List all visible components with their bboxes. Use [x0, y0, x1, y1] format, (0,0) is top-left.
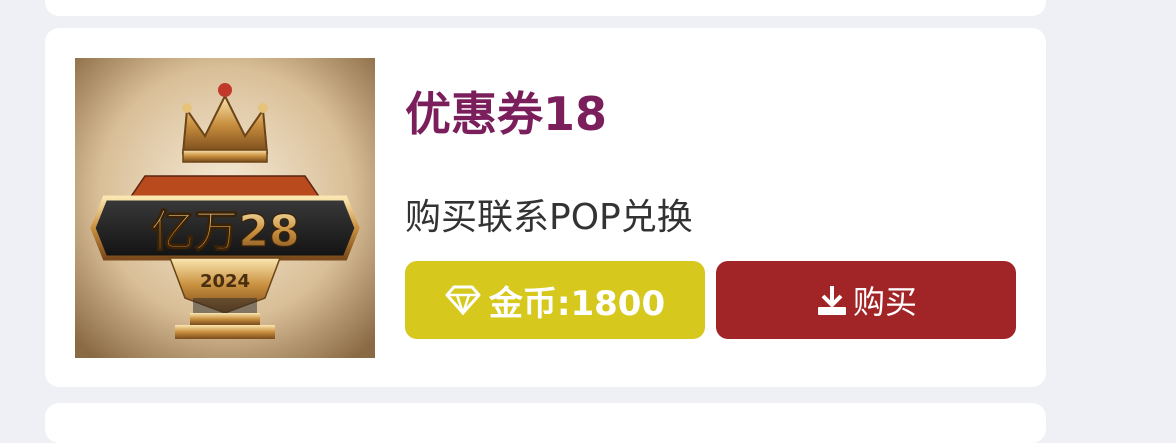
buy-label: 购买: [852, 283, 917, 321]
price-label: 金币:1800: [488, 283, 666, 324]
product-description: 购买联系POP兑换: [405, 197, 693, 238]
price-button[interactable]: 金币:1800: [405, 261, 705, 339]
product-image[interactable]: 亿万28 2024: [75, 58, 375, 358]
next-product-card: [45, 403, 1046, 443]
previous-product-card: [45, 0, 1046, 16]
logo-year: 2024: [200, 271, 250, 292]
diamond-icon: [445, 285, 481, 315]
product-title: 优惠券18: [405, 87, 608, 141]
logo-wordmark: 亿万28: [150, 206, 299, 257]
buy-button[interactable]: 购买: [716, 261, 1016, 339]
product-card: 亿万28 2024 优惠券18 购买联系POP兑换 金币:1800 购买: [45, 28, 1046, 387]
download-icon: [815, 283, 849, 317]
